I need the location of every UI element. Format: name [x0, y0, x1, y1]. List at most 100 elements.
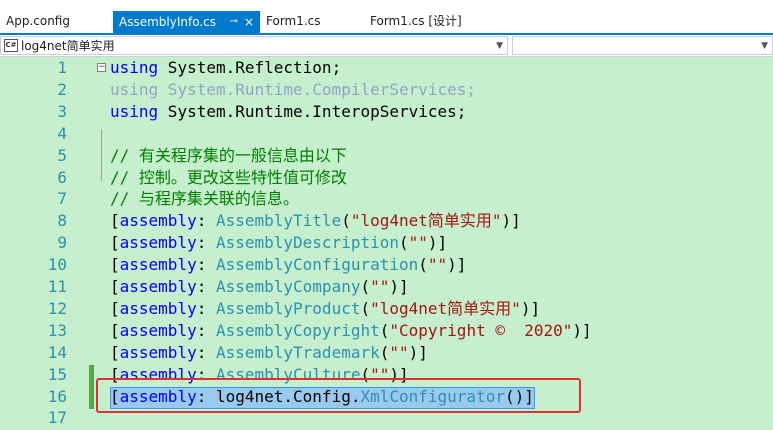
code-token: assembly [119, 320, 197, 340]
code-text: // 有关程序集的一般信息由以下 [110, 145, 347, 167]
code-token: "" [408, 233, 428, 253]
code-token: using [110, 101, 159, 121]
code-token: assembly [119, 233, 197, 253]
code-token: "" [389, 342, 409, 362]
line-number: 7 [57, 189, 67, 209]
line-number: 9 [57, 233, 67, 253]
line-number: 13 [47, 320, 67, 340]
code-token: System.Runtime.InteropServices; [158, 101, 467, 121]
member-dropdown[interactable]: ▼ [512, 36, 773, 55]
code-token: )] [520, 298, 541, 318]
code-token: [ [110, 233, 120, 253]
collapse-icon[interactable]: − [97, 63, 106, 72]
project-dropdown[interactable]: C# log4net简单实用 ▼ [0, 36, 508, 55]
line-number: 12 [47, 298, 67, 318]
code-token: assembly [119, 211, 197, 231]
code-token: // 控制。更改这些特性值可修改 [110, 167, 347, 187]
code-token: : [196, 320, 216, 340]
code-line[interactable]: 1 − using System.Reflection; [0, 57, 773, 79]
code-token: ( [360, 277, 371, 296]
code-line[interactable]: 9 [assembly: AssemblyDescription("")] [0, 232, 773, 254]
code-token: "Copyright © 2020" [389, 320, 573, 340]
tab-label: AssemblyInfo.cs [119, 15, 217, 29]
tab-form1-cs[interactable]: Form1.cs [260, 9, 362, 33]
code-line[interactable]: 12 [assembly: AssemblyProduct("log4net简单实… [0, 298, 773, 320]
code-token: [ [110, 277, 120, 296]
code-line[interactable]: 8 [assembly: AssemblyTitle("log4net简单实用")… [0, 210, 773, 232]
code-token: : [196, 298, 216, 318]
code-text: [assembly: AssemblyConfiguration("")] [110, 254, 466, 276]
navigation-bar: C# log4net简单实用 ▼ ▼ [0, 35, 773, 57]
tab-label: App.config [6, 14, 70, 28]
code-token: )] [501, 211, 521, 231]
code-token: // 与程序集关联的信息。 [110, 189, 299, 209]
line-number: 3 [57, 101, 67, 121]
code-token: )] [572, 320, 592, 340]
line-number: 5 [57, 145, 67, 165]
code-token: ( [379, 320, 390, 340]
tab-form1-designer[interactable]: Form1.cs [设计] [364, 9, 494, 33]
tab-label: Form1.cs [设计] [370, 14, 462, 28]
chevron-down-icon[interactable]: ▼ [761, 38, 768, 54]
code-token: )] [408, 342, 428, 362]
line-number: 15 [47, 364, 67, 384]
code-line[interactable]: 14 [assembly: AssemblyTrademark("")] [0, 342, 773, 364]
code-token: assembly [119, 277, 197, 296]
code-text: [assembly: AssemblyCopyright("Copyright … [110, 320, 592, 342]
code-token: System.Reflection; [158, 58, 342, 77]
code-token: : [196, 342, 216, 362]
code-token: assembly [119, 255, 197, 275]
code-token: : [196, 255, 216, 275]
code-line[interactable]: 13 [assembly: AssemblyCopyright("Copyrigh… [0, 320, 773, 342]
code-token: "" [370, 277, 390, 296]
code-token: using System.Runtime.CompilerServices; [110, 79, 477, 99]
pin-icon[interactable]: ⊸ [230, 11, 238, 33]
code-token: [ [110, 342, 120, 362]
code-token: [ [110, 320, 120, 340]
code-line[interactable]: 6 // 控制。更改这些特性值可修改 [0, 167, 773, 189]
close-icon[interactable]: × [244, 11, 254, 33]
code-text: [assembly: AssemblyTitle("log4net简单实用")] [110, 210, 521, 232]
code-text: [assembly: AssemblyProduct("log4net简单实用"… [110, 298, 540, 320]
code-editor[interactable]: 1− using System.Reflection; 2 using System.… [0, 57, 773, 430]
chevron-down-icon[interactable]: ▼ [496, 38, 503, 54]
code-token: AssemblyDescription [215, 233, 399, 253]
code-text: // 控制。更改这些特性值可修改 [110, 167, 347, 189]
line-number: 11 [47, 277, 67, 296]
code-text: [assembly: AssemblyDescription("")] [110, 232, 447, 254]
code-token: AssemblyTrademark [215, 342, 380, 362]
annotation-highlight-box [96, 378, 581, 413]
code-text: [assembly: AssemblyCompany("")] [110, 276, 409, 298]
code-token: AssemblyCopyright [215, 320, 380, 340]
tab-label: Form1.cs [266, 14, 321, 28]
code-token: ( [399, 233, 409, 253]
code-token: assembly [119, 298, 197, 318]
code-token: )] [447, 255, 467, 275]
code-line[interactable]: 5 // 有关程序集的一般信息由以下 [0, 145, 773, 167]
document-tab-strip: App.config AssemblyInfo.cs ⊸ × Form1.cs … [0, 0, 773, 34]
line-number: 10 [47, 255, 67, 275]
code-line[interactable]: 10 [assembly: AssemblyConfiguration("")] [0, 254, 773, 276]
code-token: AssemblyCompany [215, 277, 361, 296]
code-line[interactable]: 4 [0, 123, 773, 145]
code-token: "log4net简单实用" [350, 211, 502, 231]
code-token: : [196, 277, 216, 296]
code-line[interactable]: 11 [assembly: AssemblyCompany("")] [0, 276, 773, 298]
code-line[interactable]: 7 // 与程序集关联的信息。 [0, 188, 773, 210]
code-token: : [196, 233, 216, 253]
code-token: "" [427, 255, 448, 275]
code-line[interactable]: 3 using System.Runtime.InteropServices; [0, 101, 773, 123]
code-text: using System.Reflection; [110, 57, 341, 79]
code-token: [ [110, 255, 120, 275]
code-token: ( [341, 211, 351, 231]
code-token: [ [110, 211, 120, 231]
code-line[interactable]: 2 using System.Runtime.CompilerServices; [0, 79, 773, 101]
line-number: 14 [47, 342, 67, 362]
code-token: )] [389, 277, 409, 296]
code-token: // 有关程序集的一般信息由以下 [110, 145, 347, 165]
code-text: [assembly: AssemblyTrademark("")] [110, 342, 428, 364]
code-token: ( [379, 342, 390, 362]
code-token: [ [110, 298, 120, 318]
tab-assemblyinfo-cs[interactable]: AssemblyInfo.cs ⊸ × [113, 11, 260, 33]
tab-app-config[interactable]: App.config [0, 9, 112, 33]
